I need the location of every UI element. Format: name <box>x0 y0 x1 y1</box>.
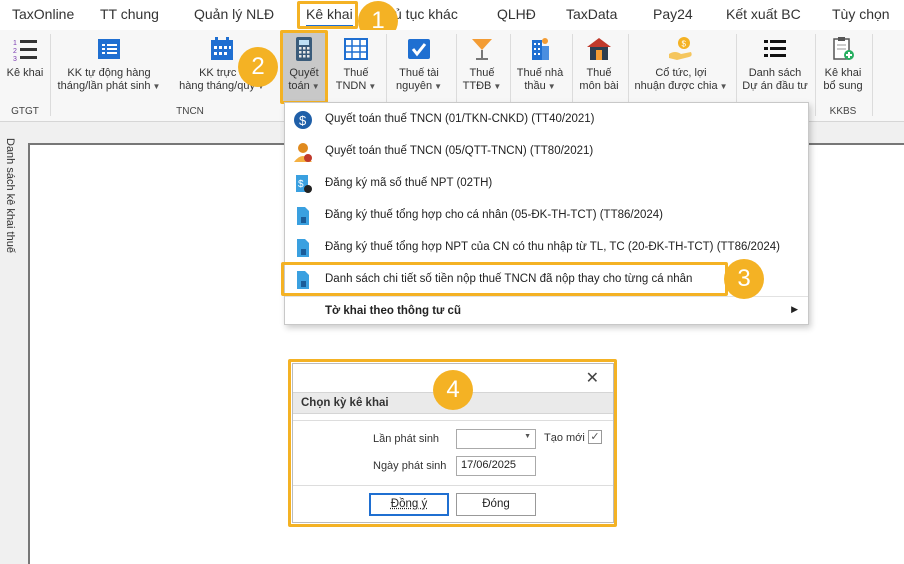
thue-tndn-label-2: TNDN <box>335 80 367 92</box>
group-label-gtgt: GTGT <box>11 106 39 117</box>
thue-mon-bai-label-1: Thuế <box>586 67 612 79</box>
svg-text:$: $ <box>682 40 687 49</box>
menu-item-dang-ky-20-dk[interactable]: Đăng ký thuế tổng hợp NPT của CN có thu … <box>285 233 808 263</box>
thue-tai-nguyen-button[interactable]: Thuế tài nguyên ▼ <box>390 32 448 102</box>
checkbox-icon <box>408 39 430 59</box>
svg-text:$: $ <box>299 113 307 128</box>
menu-item-label: Quyết toán thuế TNCN (01/TKN-CNKD) (TT40… <box>325 113 595 125</box>
ke-khai-button[interactable]: 1 2 3 Kê khai <box>4 32 46 102</box>
form-list-icon <box>98 39 120 59</box>
highlight-tab-ke-khai <box>297 1 358 29</box>
tax-document-icon: $ <box>296 175 312 193</box>
menu-item-to-khai-cu[interactable]: Tờ khai theo thông tư cũ ▶ <box>285 297 808 327</box>
danh-sach-du-an-button[interactable]: Danh sách Dự án đầu tư <box>740 32 810 102</box>
kk-tu-dong-label-2-wrap: tháng/lần phát sinh ▼ <box>54 80 164 93</box>
group-label-tncn: TNCN <box>176 106 204 117</box>
document-icon <box>297 239 309 257</box>
danh-sach-du-an-label-1: Danh sách <box>748 67 802 79</box>
thue-tai-nguyen-label-2-wrap: nguyên ▼ <box>390 80 448 93</box>
top-tab-bar: TaxOnline TT chung Quản lý NLĐ Kê khai ủ… <box>0 0 904 30</box>
tab-ket-xuat-bc[interactable]: Kết xuất BC <box>726 6 801 22</box>
chevron-down-icon: ▼ <box>152 82 161 91</box>
svg-text:1: 1 <box>13 40 17 47</box>
co-tuc-label-2-wrap: nhuận được chia ▼ <box>632 80 730 93</box>
co-tuc-button[interactable]: $ Cổ tức, lợi nhuận được chia ▼ <box>632 32 730 102</box>
thue-tndn-label-1: Thuế <box>343 67 369 79</box>
kk-tu-dong-label-2: tháng/lần phát sinh <box>57 80 151 92</box>
thue-ttdb-label-2: TTĐB <box>462 80 492 92</box>
numbered-list-icon: 1 2 3 <box>13 40 37 62</box>
ke-khai-bo-sung-label-2: bổ sung <box>823 80 863 92</box>
highlight-quyet-toan <box>280 30 328 104</box>
chevron-down-icon: ▼ <box>493 82 502 91</box>
menu-item-dang-ky-mst-npt[interactable]: $ Đăng ký mã số thuế NPT (02TH) <box>285 169 808 199</box>
tab-qlhd[interactable]: QLHĐ <box>497 6 536 22</box>
thue-nha-thau-button[interactable]: Thuế nhà thầu ▼ <box>514 32 566 102</box>
svg-text:3: 3 <box>13 56 17 62</box>
building-icon <box>532 38 549 60</box>
chevron-down-icon: ▼ <box>434 82 442 91</box>
kk-tu-dong-label-1: KK tự động hàng <box>67 67 151 79</box>
document-icon <box>297 207 309 225</box>
ke-khai-label: Kê khai <box>6 67 44 79</box>
thue-ttdb-label-2-wrap: TTĐB ▼ <box>460 80 504 93</box>
dollar-coin-icon: $ <box>294 111 312 129</box>
thue-ttdb-button[interactable]: Thuế TTĐB ▼ <box>460 32 504 102</box>
tab-tt-chung[interactable]: TT chung <box>100 6 159 22</box>
shop-icon <box>587 38 611 60</box>
chevron-down-icon: ▼ <box>368 82 377 91</box>
co-tuc-label-2: nhuận được chia <box>634 80 718 92</box>
side-panel-label[interactable]: Danh sách kê khai thuế <box>4 138 16 253</box>
step-badge-3: 3 <box>724 259 764 299</box>
step-badge-4: 4 <box>433 370 473 410</box>
tab-quan-ly-nld[interactable]: Quản lý NLĐ <box>194 6 274 22</box>
grid-table-icon <box>344 38 368 60</box>
menu-item-quyet-toan-05[interactable]: Quyết toán thuế TNCN (05/QTT-TNCN) (TT80… <box>285 137 808 167</box>
tab-tuy-chon[interactable]: Tùy chọn <box>832 6 890 22</box>
danh-sach-du-an-label-2: Dự án đầu tư <box>742 80 808 92</box>
svg-text:2: 2 <box>13 48 17 55</box>
chevron-down-icon: ▼ <box>547 82 556 91</box>
cocktail-glass-icon <box>472 39 492 60</box>
ke-khai-bo-sung-button[interactable]: Kê khai bổ sung <box>818 32 868 102</box>
highlight-menu-item <box>281 262 728 296</box>
menu-item-label: Đăng ký mã số thuế NPT (02TH) <box>325 177 493 189</box>
tab-taxonline[interactable]: TaxOnline <box>12 6 74 22</box>
thue-nha-thau-label-1: Thuế nhà <box>516 67 564 79</box>
thue-nha-thau-label-2-wrap: thầu ▼ <box>514 80 566 93</box>
menu-item-label: Đăng ký thuế tổng hợp NPT của CN có thu … <box>325 241 780 253</box>
chevron-down-icon: ▼ <box>719 82 728 91</box>
thue-tai-nguyen-label-1: Thuế tài <box>399 67 439 79</box>
ke-khai-bo-sung-label-1: Kê khai <box>824 67 862 79</box>
person-icon <box>294 143 312 162</box>
thue-tndn-button[interactable]: Thuế TNDN ▼ <box>332 32 380 102</box>
menu-item-label: Quyết toán thuế TNCN (05/QTT-TNCN) (TT80… <box>325 145 594 157</box>
ribbon-separator <box>872 34 873 116</box>
group-label-kkbs: KKBS <box>829 106 857 117</box>
thue-mon-bai-button[interactable]: Thuế môn bài <box>576 32 622 102</box>
thue-mon-bai-label-2: môn bài <box>579 80 619 92</box>
menu-item-quyet-toan-01[interactable]: $ Quyết toán thuế TNCN (01/TKN-CNKD) (TT… <box>285 105 808 135</box>
thue-tndn-label-2-wrap: TNDN ▼ <box>332 80 380 93</box>
thue-tai-nguyen-label-2: nguyên <box>395 80 433 92</box>
bullet-list-icon <box>764 40 786 57</box>
calendar-icon <box>211 37 233 60</box>
tab-pay24[interactable]: Pay24 <box>653 6 693 22</box>
svg-text:$: $ <box>298 179 304 190</box>
thue-nha-thau-label-2: thầu <box>524 80 546 92</box>
ribbon-separator <box>815 34 816 116</box>
tab-taxdata[interactable]: TaxData <box>566 6 617 22</box>
menu-item-label: Tờ khai theo thông tư cũ <box>325 305 461 317</box>
menu-item-dang-ky-05-dk[interactable]: Đăng ký thuế tổng hợp cho cá nhân (05-ĐK… <box>285 201 808 231</box>
menu-item-label: Đăng ký thuế tổng hợp cho cá nhân (05-ĐK… <box>325 209 663 221</box>
step-badge-2: 2 <box>238 47 278 87</box>
thue-ttdb-label-1: Thuế <box>469 67 495 79</box>
clipboard-add-icon <box>833 37 854 60</box>
tab-thu-tuc-khac[interactable]: ủ tục khác <box>394 6 458 22</box>
co-tuc-label-1: Cổ tức, lợi <box>655 67 707 79</box>
ribbon-separator <box>50 34 51 116</box>
hand-coin-icon: $ <box>669 37 692 60</box>
chevron-right-icon: ▶ <box>791 304 798 314</box>
kk-tu-dong-button[interactable]: KK tự động hàng tháng/lần phát sinh ▼ <box>54 32 164 102</box>
